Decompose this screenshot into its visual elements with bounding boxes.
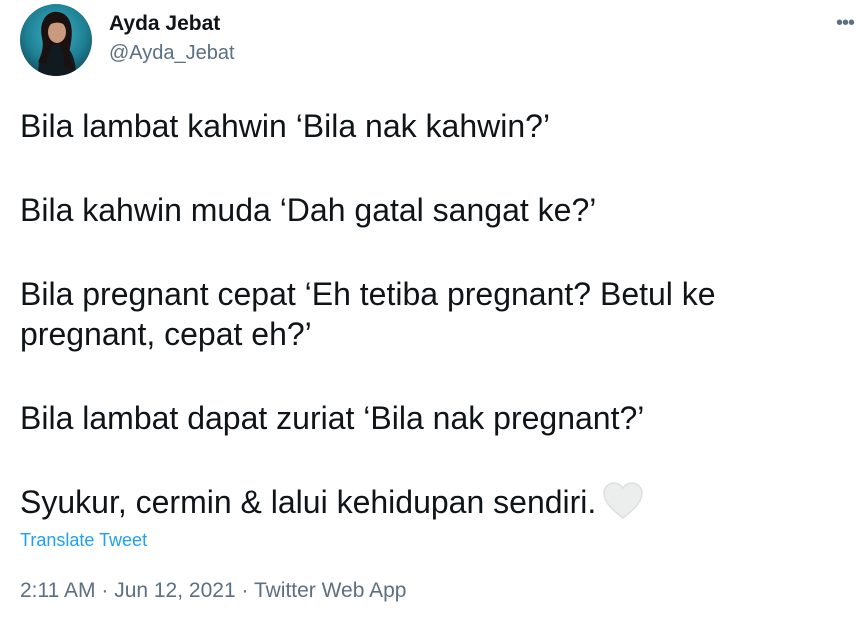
meta-separator: · [101,579,109,602]
translate-tweet-link[interactable]: Translate Tweet [20,528,147,552]
meta-separator: · [241,579,249,602]
tweet-paragraph: Bila pregnant cepat ‘Eh tetiba pregnant?… [20,276,716,352]
author-handle[interactable]: @Ayda_Jebat [109,38,235,68]
tweet-paragraph: Bila kahwin muda ‘Dah gatal sangat ke?’ [20,192,597,228]
tweet-time[interactable]: 2:11 AM [20,579,96,602]
more-horizontal-icon: ••• [836,12,855,34]
tweet: Ayda Jebat @Ayda_Jebat ••• Bila lambat k… [0,0,864,619]
tweet-text: Bila lambat kahwin ‘Bila nak kahwin?’ Bi… [20,106,840,529]
author-display-name[interactable]: Ayda Jebat [109,10,235,38]
tweet-date[interactable]: Jun 12, 2021 [114,579,235,602]
tweet-paragraph-last: Syukur, cermin & lalui kehidupan sendiri… [20,482,840,529]
avatar[interactable] [20,4,92,76]
tweet-meta: 2:11 AM · Jun 12, 2021 · Twitter Web App [20,576,406,606]
tweet-paragraph: Bila lambat dapat zuriat ‘Bila nak pregn… [20,400,645,436]
tweet-paragraph: Bila lambat kahwin ‘Bila nak kahwin?’ [20,108,551,144]
more-options-button[interactable]: ••• [836,12,864,42]
tweet-source[interactable]: Twitter Web App [254,579,407,602]
tweet-paragraph: Syukur, cermin & lalui kehidupan sendiri… [20,484,597,520]
author-block: Ayda Jebat @Ayda_Jebat [109,10,235,68]
avatar-image [20,4,92,76]
white-heart-icon [602,482,644,529]
